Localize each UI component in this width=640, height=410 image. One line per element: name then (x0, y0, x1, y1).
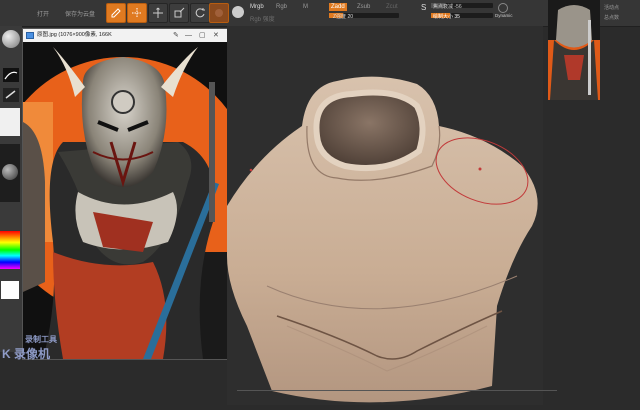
m-toggle[interactable]: M (303, 4, 308, 10)
material-swatch[interactable] (209, 3, 229, 23)
zsub-toggle[interactable]: Zsub (357, 4, 370, 10)
sculpt-model (227, 76, 538, 403)
brush-icon[interactable] (2, 30, 20, 48)
edit-icon (111, 8, 121, 18)
draw-tool-button[interactable] (127, 3, 147, 23)
reference-window-titlebar[interactable]: 原图.jpg (1076×900像素, 166K ✎ — ▢ ✕ (23, 29, 228, 42)
reference-image-window[interactable]: 原图.jpg (1076×900像素, 166K ✎ — ▢ ✕ 录制工具 (22, 28, 229, 360)
watermark-line2: K 录像机 (2, 347, 51, 361)
draw-icon (132, 8, 142, 18)
edit-tool-button[interactable] (106, 3, 126, 23)
close-icon[interactable]: ✕ (213, 29, 219, 42)
z-intensity-label: Z强度 20 (333, 14, 354, 20)
rotate-tool-button[interactable] (190, 3, 210, 23)
main-color-swatch[interactable] (1, 281, 19, 299)
sphere-icon (215, 9, 223, 17)
zcut-toggle[interactable]: Zcut (386, 4, 398, 10)
focal-shift-label: 焦点衰减 -56 (433, 4, 462, 10)
pin-icon[interactable]: ✎ (173, 29, 179, 42)
reference-window-title: 原图.jpg (1076×900像素, 166K (37, 32, 112, 38)
thumbnail-preview[interactable] (548, 0, 600, 100)
dynamic-icon[interactable] (498, 3, 508, 13)
move-tool-button[interactable] (148, 3, 168, 23)
active-points-label: 活动点 (604, 5, 620, 11)
zadd-toggle[interactable]: Zadd (329, 3, 347, 11)
dynamic-toggle[interactable]: Dynamic (495, 13, 513, 18)
color-picker[interactable] (0, 231, 20, 269)
viewport-floor-line (237, 390, 557, 391)
thumbnail-image (548, 0, 600, 100)
maximize-icon[interactable]: ▢ (199, 29, 206, 42)
3d-viewport[interactable] (227, 26, 543, 405)
image-icon (26, 32, 34, 39)
material-sphere-icon[interactable] (232, 6, 244, 18)
watermark-line1: 录制工具 (25, 335, 57, 344)
reference-image (23, 42, 228, 359)
texture-swatch[interactable] (0, 108, 20, 136)
scale-icon (174, 7, 185, 18)
scale-tool-button[interactable] (169, 3, 189, 23)
draw-size-label: 绘制大小 35 (433, 14, 460, 20)
move-icon (153, 7, 163, 18)
total-points-label: 总点数 (604, 15, 620, 21)
save-to-cloud-button[interactable]: 保存为云盘 (65, 9, 95, 18)
stroke-icon[interactable] (3, 68, 19, 82)
open-button[interactable]: 打开 (37, 9, 49, 18)
alpha-icon[interactable] (3, 88, 19, 102)
top-toolbar: 打开 保存为云盘 Mrgb Rgb M Rgb 强度 Zadd Zsub Zcu… (0, 0, 640, 27)
rgb-intensity-slider-label[interactable]: Rgb 强度 (250, 14, 275, 23)
material-icon[interactable] (0, 144, 20, 202)
minimize-icon[interactable]: — (185, 29, 192, 42)
mrgb-toggle[interactable]: Mrgb (250, 4, 264, 10)
rotate-icon (195, 8, 205, 18)
rgb-toggle[interactable]: Rgb (276, 4, 287, 10)
s-indicator: S (421, 3, 427, 12)
left-shelf (0, 26, 22, 352)
